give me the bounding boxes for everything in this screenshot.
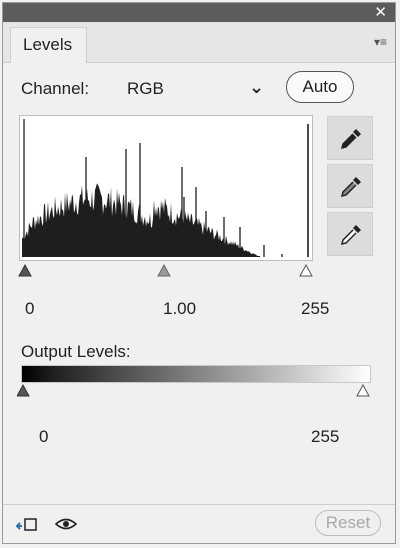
output-black-slider[interactable] <box>17 383 30 397</box>
channel-label: Channel: <box>21 79 90 98</box>
input-white-slider[interactable] <box>299 263 313 277</box>
output-black-value[interactable]: 0 <box>39 427 48 447</box>
output-levels-label: Output Levels: <box>21 342 131 361</box>
panel-titlebar[interactable]: ✕ <box>3 3 395 22</box>
levels-panel: ✕ Levels ▾≡ Channel: RGB ⌄ Auto 0 1.00 2… <box>2 2 396 544</box>
panel-menu-icon[interactable]: ▾≡ <box>374 35 387 49</box>
input-black-slider[interactable] <box>18 263 32 277</box>
auto-button[interactable]: Auto <box>286 71 354 103</box>
visibility-eye-icon[interactable] <box>55 517 77 531</box>
close-icon[interactable]: ✕ <box>374 4 387 21</box>
histogram-graph <box>22 119 309 257</box>
output-level-sliders <box>17 383 370 397</box>
eyedropper-gray-button[interactable] <box>327 164 373 208</box>
input-gray-slider[interactable] <box>157 263 171 277</box>
tab-row: Levels ▾≡ <box>3 22 395 63</box>
eyedropper-black-icon <box>340 129 361 150</box>
channel-row: Channel: RGB ⌄ Auto <box>21 71 377 105</box>
input-white-value[interactable]: 255 <box>301 299 329 319</box>
clip-to-layer-icon[interactable] <box>15 516 39 532</box>
histogram <box>19 115 313 261</box>
input-level-sliders <box>18 263 313 277</box>
chevron-down-icon[interactable]: ⌄ <box>249 77 264 98</box>
output-white-value[interactable]: 255 <box>311 427 339 447</box>
tab-levels[interactable]: Levels <box>10 27 87 63</box>
output-white-slider[interactable] <box>356 383 370 397</box>
eyedropper-white-icon <box>340 225 361 246</box>
eyedropper-black-button[interactable] <box>327 116 373 160</box>
eyedropper-white-button[interactable] <box>327 212 373 256</box>
eyedropper-gray-icon <box>340 177 361 198</box>
reset-button[interactable]: Reset <box>315 510 381 536</box>
panel-footer: Reset <box>3 504 395 543</box>
input-gamma-value[interactable]: 1.00 <box>163 299 196 319</box>
input-black-value[interactable]: 0 <box>25 299 34 319</box>
channel-select[interactable]: RGB <box>127 79 164 99</box>
